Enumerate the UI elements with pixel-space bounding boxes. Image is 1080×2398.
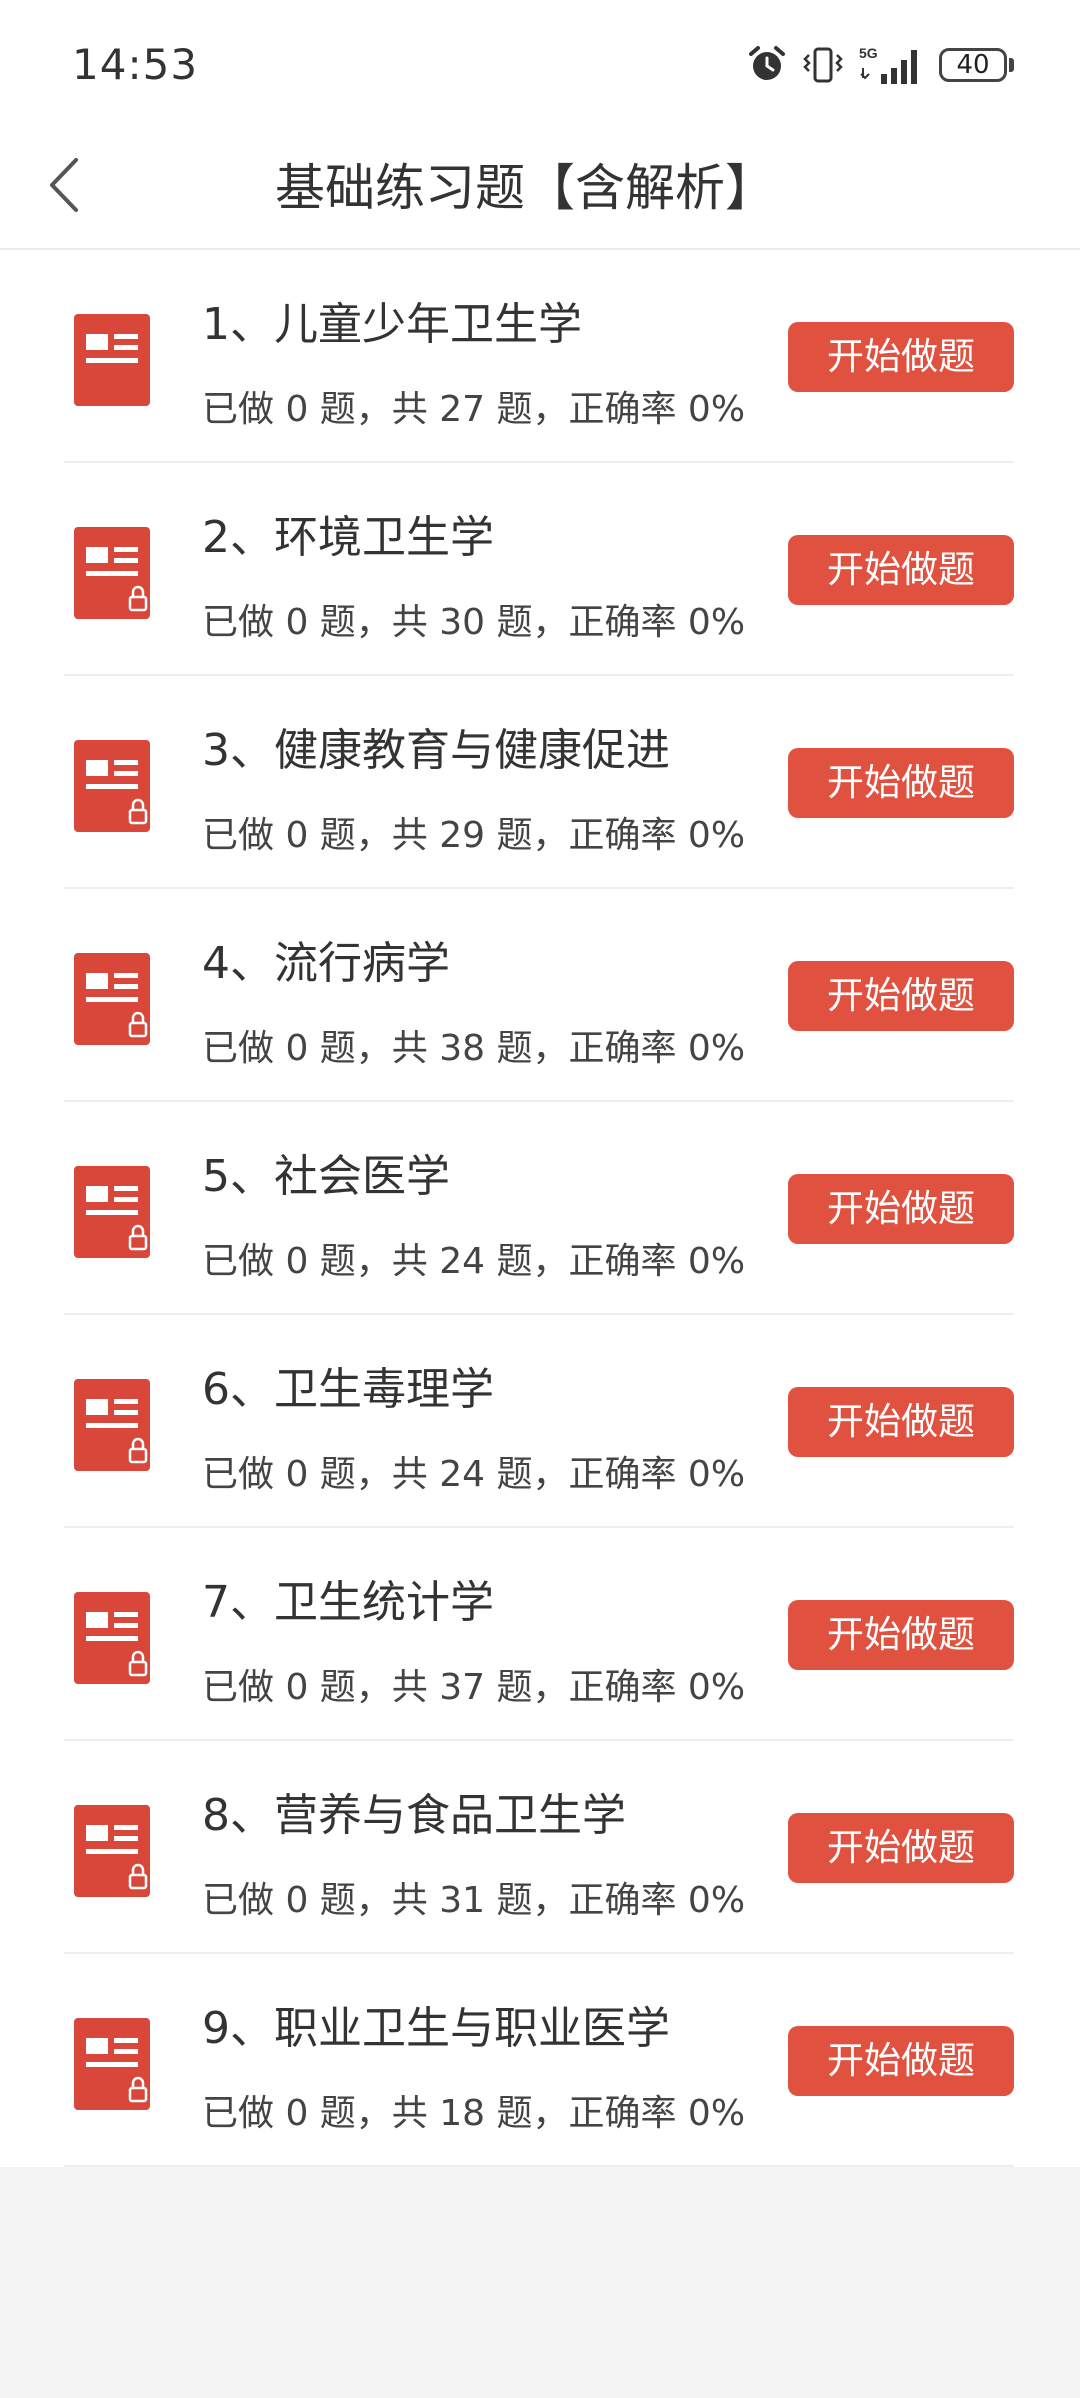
item-title: 2、环境卫生学 [202, 512, 494, 563]
item-stats: 已做 0 题，共 29 题，正确率 0% [202, 815, 746, 856]
document-icon [74, 1379, 150, 1471]
item-title: 6、卫生毒理学 [202, 1364, 494, 1415]
item-title: 5、社会医学 [202, 1151, 450, 1202]
page: 14:53 5G 40 基础练习题【含解析】 1、儿童少年卫生学 已做 0 题，… [0, 0, 1080, 2398]
start-practice-button[interactable]: 开始做题 [788, 1813, 1014, 1883]
item-stats: 已做 0 题，共 30 题，正确率 0% [202, 602, 746, 643]
start-practice-button[interactable]: 开始做题 [788, 535, 1014, 605]
item-stats: 已做 0 题，共 24 题，正确率 0% [202, 1454, 746, 1495]
list-item-6[interactable]: 6、卫生毒理学 已做 0 题，共 24 题，正确率 0% 开始做题 [0, 1315, 1080, 1528]
start-practice-button[interactable]: 开始做题 [788, 961, 1014, 1031]
list-item-7[interactable]: 7、卫生统计学 已做 0 题，共 37 题，正确率 0% 开始做题 [0, 1528, 1080, 1741]
list-item-2[interactable]: 2、环境卫生学 已做 0 题，共 30 题，正确率 0% 开始做题 [0, 463, 1080, 676]
item-title: 8、营养与食品卫生学 [202, 1790, 626, 1841]
document-icon [74, 1805, 150, 1897]
nav-bar: 基础练习题【含解析】 [0, 120, 1080, 250]
status-time: 14:53 [72, 40, 199, 89]
page-title: 基础练习题【含解析】 [275, 159, 775, 217]
status-icons: 5G 40 [747, 42, 1014, 88]
vibrate-icon [803, 47, 843, 83]
item-title: 1、儿童少年卫生学 [202, 299, 582, 350]
document-icon [74, 1166, 150, 1258]
document-icon [74, 2018, 150, 2110]
list-item-9[interactable]: 9、职业卫生与职业医学 已做 0 题，共 18 题，正确率 0% 开始做题 [0, 1954, 1080, 2167]
item-title: 7、卫生统计学 [202, 1577, 494, 1628]
start-practice-button[interactable]: 开始做题 [788, 748, 1014, 818]
item-stats: 已做 0 题，共 37 题，正确率 0% [202, 1667, 746, 1708]
list-item-8[interactable]: 8、营养与食品卫生学 已做 0 题，共 31 题，正确率 0% 开始做题 [0, 1741, 1080, 1954]
battery-level: 40 [939, 48, 1007, 82]
item-stats: 已做 0 题，共 31 题，正确率 0% [202, 1880, 746, 1921]
start-practice-button[interactable]: 开始做题 [788, 1387, 1014, 1457]
battery-indicator: 40 [939, 48, 1014, 82]
document-icon [74, 1592, 150, 1684]
document-icon [74, 740, 150, 832]
document-icon [74, 527, 150, 619]
divider [64, 2165, 1014, 2167]
item-stats: 已做 0 题，共 27 题，正确率 0% [202, 389, 746, 430]
battery-tip [1009, 58, 1014, 72]
list-item-5[interactable]: 5、社会医学 已做 0 题，共 24 题，正确率 0% 开始做题 [0, 1102, 1080, 1315]
item-stats: 已做 0 题，共 24 题，正确率 0% [202, 1241, 746, 1282]
list-item-3[interactable]: 3、健康教育与健康促进 已做 0 题，共 29 题，正确率 0% 开始做题 [0, 676, 1080, 889]
alarm-icon [749, 46, 785, 80]
list-item-1[interactable]: 1、儿童少年卫生学 已做 0 题，共 27 题，正确率 0% 开始做题 [0, 250, 1080, 463]
document-icon [74, 314, 150, 406]
item-stats: 已做 0 题，共 18 题，正确率 0% [202, 2093, 746, 2134]
status-bar: 14:53 5G 40 [0, 0, 1080, 120]
start-practice-button[interactable]: 开始做题 [788, 2026, 1014, 2096]
item-title: 3、健康教育与健康促进 [202, 725, 670, 776]
network-label: 5G [859, 45, 878, 61]
item-stats: 已做 0 题，共 38 题，正确率 0% [202, 1028, 746, 1069]
list-item-4[interactable]: 4、流行病学 已做 0 题，共 38 题，正确率 0% 开始做题 [0, 889, 1080, 1102]
start-practice-button[interactable]: 开始做题 [788, 322, 1014, 392]
signal-5g-icon: 5G [859, 45, 917, 84]
start-practice-button[interactable]: 开始做题 [788, 1600, 1014, 1670]
start-practice-button[interactable]: 开始做题 [788, 1174, 1014, 1244]
document-icon [74, 953, 150, 1045]
exercise-list: 1、儿童少年卫生学 已做 0 题，共 27 题，正确率 0% 开始做题 2、环境… [0, 250, 1080, 2167]
item-title: 4、流行病学 [202, 938, 450, 989]
item-title: 9、职业卫生与职业医学 [202, 2003, 670, 2054]
